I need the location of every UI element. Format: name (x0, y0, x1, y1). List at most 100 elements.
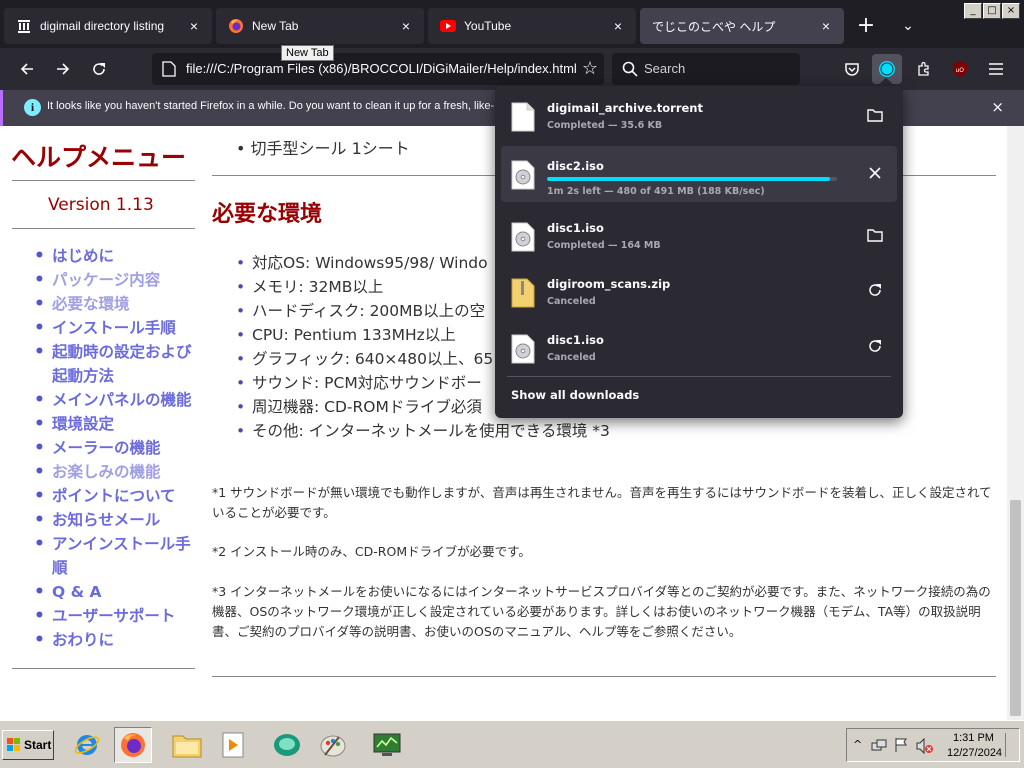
download-item[interactable]: digiroom_scans.zip Canceled (501, 264, 897, 320)
show-all-downloads-button[interactable]: Show all downloads (511, 388, 639, 402)
package-list-item: • 切手型シール 1シート (236, 139, 410, 158)
sidebar-item-startup[interactable]: 起動時の設定および起動方法 (30, 340, 200, 388)
forward-button[interactable] (48, 54, 78, 84)
close-window-button[interactable]: × (1002, 3, 1020, 19)
section-heading: 必要な環境 (212, 202, 323, 227)
footnote-1: *1 サウンドボードが無い環境でも動作しますが、音声は再生されません。音声を再生… (212, 485, 992, 520)
url-bar[interactable]: file:///C:/Program Files (x86)/BROCCOLI/… (152, 53, 604, 85)
tab-label: digimail directory listing (40, 19, 165, 33)
minimize-button[interactable]: _ (964, 3, 982, 19)
notification-text: It looks like you haven't started Firefo… (47, 100, 495, 112)
sidebar-item-main-panel[interactable]: メインパネルの機能 (30, 388, 200, 412)
sidebar-item-notice-mail[interactable]: お知らせメール (30, 508, 200, 532)
url-text[interactable]: file:///C:/Program Files (x86)/BROCCOLI/… (186, 61, 577, 76)
tab-close-icon[interactable]: × (396, 18, 416, 34)
divider (12, 228, 195, 229)
action-center-flag-icon[interactable] (893, 737, 909, 753)
network-monitor-icon[interactable] (368, 727, 406, 763)
progress-fill (547, 177, 831, 181)
file-explorer-icon[interactable] (168, 727, 206, 763)
paint-icon[interactable] (314, 727, 352, 763)
scrollbar-thumb[interactable] (1010, 500, 1021, 716)
start-label: Start (24, 738, 52, 752)
sidebar-item-hajimeni[interactable]: はじめに (30, 244, 200, 268)
download-progress-bar (547, 177, 837, 181)
sidebar-item-owarini[interactable]: おわりに (30, 628, 200, 652)
clock-time[interactable]: 1:31 PM (953, 732, 994, 744)
sidebar-item-requirements[interactable]: 必要な環境 (30, 292, 200, 316)
bookmark-star-icon[interactable]: ☆ (582, 58, 598, 79)
download-item[interactable]: disc2.iso 1m 2s left — 480 of 491 MB (18… (501, 146, 897, 202)
extensions-icon[interactable] (909, 54, 939, 84)
notification-close-icon[interactable]: × (991, 98, 1004, 116)
list-all-tabs-button[interactable]: ⌄ (894, 12, 922, 40)
firefox-taskbar-icon[interactable] (114, 727, 152, 763)
retry-icon[interactable] (863, 281, 887, 305)
tab-label: New Tab (252, 19, 299, 33)
download-item[interactable]: disc1.iso Completed — 164 MB (501, 208, 897, 264)
show-desktop-button[interactable] (1005, 733, 1016, 757)
download-item[interactable]: disc1.iso Canceled (501, 320, 897, 376)
tab-digiko-help[interactable]: でじこのこべや ヘルプ × (640, 8, 844, 44)
media-player-icon[interactable] (214, 727, 252, 763)
tray-expand-icon[interactable]: ^ (853, 738, 862, 751)
sidebar-item-points[interactable]: ポイントについて (30, 484, 200, 508)
tab-close-icon[interactable]: × (608, 18, 628, 34)
reload-button[interactable] (84, 54, 114, 84)
windows-logo-icon (7, 738, 20, 751)
ublock-origin-icon[interactable]: uO (945, 54, 975, 84)
sidebar-title: ヘルプメニュー (11, 143, 187, 172)
back-arrow-icon (20, 63, 33, 75)
sidebar-item-qa[interactable]: Q & A (30, 580, 200, 604)
tab-label: でじこのこべや ヘルプ (652, 19, 776, 34)
firefox-icon (228, 18, 244, 34)
tab-close-icon[interactable]: × (816, 18, 836, 34)
download-name: digimail_archive.torrent (547, 101, 703, 115)
info-icon: i (24, 99, 41, 116)
sidebar-item-uninstall[interactable]: アンインストール手順 (30, 532, 200, 580)
volume-muted-icon[interactable] (915, 737, 933, 755)
tab-new-tab[interactable]: New Tab × (216, 8, 424, 44)
clock-date[interactable]: 12/27/2024 (947, 747, 1002, 759)
svg-text:uO: uO (956, 67, 965, 74)
divider (212, 676, 996, 677)
divider (12, 180, 195, 181)
menu-hamburger-icon[interactable] (981, 54, 1011, 84)
download-status: 1m 2s left — 480 of 491 MB (188 KB/sec) (547, 186, 765, 197)
downloads-panel: digimail_archive.torrent Completed — 35.… (495, 86, 903, 418)
divider (507, 376, 891, 377)
search-bar[interactable]: Search (612, 53, 800, 85)
download-item[interactable]: digimail_archive.torrent Completed — 35.… (501, 88, 897, 144)
sidebar-item-package[interactable]: パッケージ内容 (30, 268, 200, 292)
download-name: disc2.iso (547, 159, 604, 173)
package-item-text: 切手型シール 1シート (250, 139, 410, 158)
page-scrollbar[interactable] (1007, 126, 1024, 720)
new-tab-button[interactable]: + (850, 12, 882, 40)
download-name: disc1.iso (547, 333, 604, 347)
retry-icon[interactable] (863, 337, 887, 361)
download-name: digiroom_scans.zip (547, 277, 671, 291)
folder-icon[interactable] (863, 225, 887, 249)
sidebar-item-mailer[interactable]: メーラーの機能 (30, 436, 200, 460)
tab-youtube[interactable]: YouTube × (428, 8, 636, 44)
navigation-toolbar: file:///C:/Program Files (x86)/BROCCOLI/… (0, 48, 1024, 90)
internet-explorer-icon[interactable] (68, 727, 106, 763)
cancel-icon[interactable] (863, 163, 887, 187)
tab-close-icon[interactable]: × (184, 18, 204, 34)
pocket-icon[interactable] (837, 54, 867, 84)
sidebar-item-support[interactable]: ユーザーサポート (30, 604, 200, 628)
reload-icon (93, 63, 105, 75)
network-icon[interactable] (871, 738, 887, 754)
download-status: Canceled (547, 296, 596, 307)
start-button[interactable]: Start (2, 730, 54, 760)
maximize-button[interactable]: □ (983, 3, 1001, 19)
youtube-icon (440, 18, 456, 34)
sidebar-item-install[interactable]: インストール手順 (30, 316, 200, 340)
requirement-item: その他: インターネットメールを使用できる環境 *3 (236, 419, 610, 443)
sidebar-item-fun[interactable]: お楽しみの機能 (30, 460, 200, 484)
tab-digimail-directory[interactable]: digimail directory listing × (4, 8, 212, 44)
sidebar-item-settings[interactable]: 環境設定 (30, 412, 200, 436)
chat-app-icon[interactable] (268, 727, 306, 763)
back-button[interactable] (12, 54, 42, 84)
folder-icon[interactable] (863, 105, 887, 129)
